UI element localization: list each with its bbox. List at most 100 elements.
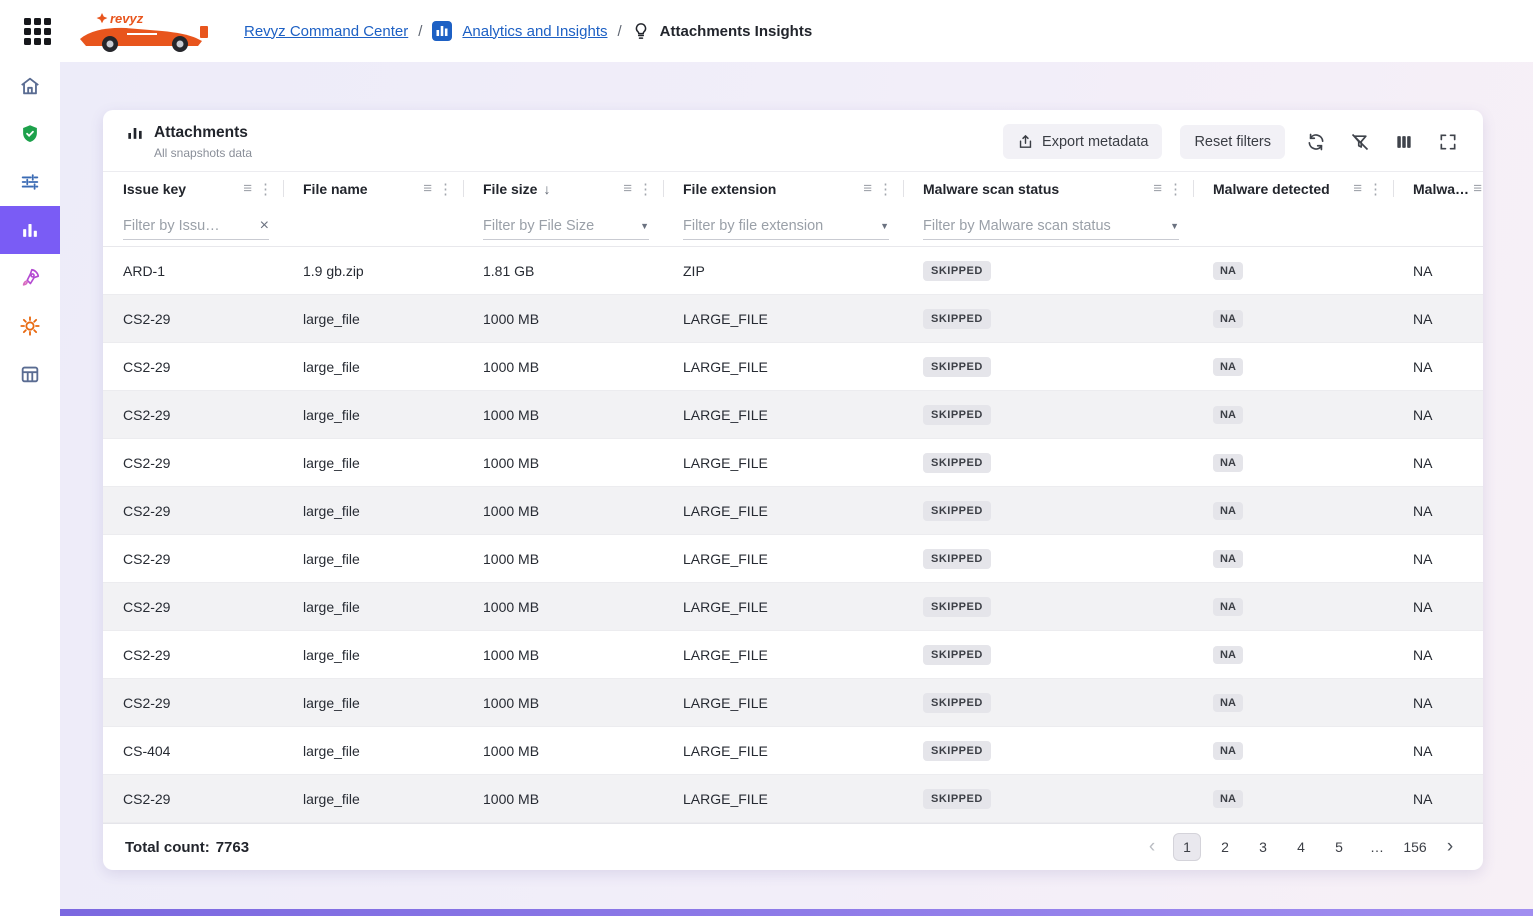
column-header-malware-scan-status[interactable]: Malware scan status≡⋮ (903, 172, 1193, 205)
filter-input-issue-key[interactable]: Filter by Issu…× (123, 216, 269, 240)
reset-filters-label: Reset filters (1194, 134, 1271, 150)
dropdown-caret-icon[interactable]: ▼ (1170, 221, 1179, 231)
sidebar-item-schedule[interactable] (0, 350, 60, 398)
scan-status-badge: SKIPPED (923, 405, 991, 425)
sidebar-item-home[interactable] (0, 62, 60, 110)
table-body: ARD-11.9 gb.zip1.81 GBZIPSKIPPEDNANACS2-… (103, 247, 1483, 823)
cell-file-extension: LARGE_FILE (663, 343, 903, 390)
table-row[interactable]: CS2-29large_file1000 MBLARGE_FILESKIPPED… (103, 343, 1483, 391)
pagination: ‹ 12345 … 156 › (1141, 833, 1461, 861)
table-row[interactable]: CS2-29large_file1000 MBLARGE_FILESKIPPED… (103, 535, 1483, 583)
column-header-issue-key[interactable]: Issue key≡⋮ (103, 172, 283, 205)
filter-cell-issue-key[interactable]: Filter by Issu…× (103, 205, 283, 246)
dropdown-caret-icon[interactable]: ▼ (640, 221, 649, 231)
cell-file-extension: LARGE_FILE (663, 295, 903, 342)
column-menu-dots-icon[interactable]: ⋮ (1168, 180, 1183, 198)
table-row[interactable]: CS2-29large_file1000 MBLARGE_FILESKIPPED… (103, 295, 1483, 343)
cell-issue-key: CS2-29 (103, 535, 283, 582)
page-button-4[interactable]: 4 (1287, 833, 1315, 861)
clear-filter-toggle-button[interactable] (1347, 129, 1373, 155)
cell-malware-scan-status: SKIPPED (903, 775, 1193, 822)
table-filter-row: Filter by Issu…× Filter by File Size▼ Filt… (103, 205, 1483, 247)
fullscreen-button[interactable] (1435, 129, 1461, 155)
table-row[interactable]: CS2-29large_file1000 MBLARGE_FILESKIPPED… (103, 487, 1483, 535)
column-header-file-name[interactable]: File name≡⋮ (283, 172, 463, 205)
filter-cell-malware-scan-status[interactable]: Filter by Malware scan status▼ (903, 205, 1193, 246)
table-row[interactable]: CS2-29large_file1000 MBLARGE_FILESKIPPED… (103, 631, 1483, 679)
reset-filters-button[interactable]: Reset filters (1180, 125, 1285, 159)
card-toolbar: Export metadata Reset filters (1003, 124, 1461, 159)
column-filter-lines-icon[interactable]: ≡ (1473, 180, 1482, 197)
column-filter-lines-icon[interactable]: ≡ (423, 180, 432, 197)
malware-detected-chip: NA (1213, 742, 1243, 760)
table-row[interactable]: CS2-29large_file1000 MBLARGE_FILESKIPPED… (103, 439, 1483, 487)
breadcrumb-separator: / (617, 23, 621, 40)
column-visibility-button[interactable] (1391, 129, 1417, 155)
filter-input-malware-scan-status[interactable]: Filter by Malware scan status▼ (923, 216, 1179, 240)
sidebar-item-launch[interactable] (0, 254, 60, 302)
column-header-malware-detected[interactable]: Malware detected≡⋮ (1193, 172, 1393, 205)
app-root: revyz Revyz Command Center / A (0, 0, 1533, 916)
cell-malware-type: NA (1393, 487, 1483, 534)
calendar-table-icon (19, 363, 41, 385)
cell-file-size: 1000 MB (463, 583, 663, 630)
breadcrumb-command-center[interactable]: Revyz Command Center (244, 23, 408, 40)
column-header-file-extension[interactable]: File extension≡⋮ (663, 172, 903, 205)
sidebar-item-analytics[interactable] (0, 206, 60, 254)
column-filter-lines-icon[interactable]: ≡ (623, 180, 632, 197)
scan-status-badge: SKIPPED (923, 693, 991, 713)
column-menu-dots-icon[interactable]: ⋮ (878, 180, 893, 198)
table-row[interactable]: CS2-29large_file1000 MBLARGE_FILESKIPPED… (103, 391, 1483, 439)
filter-cell-file-extension[interactable]: Filter by file extension▼ (663, 205, 903, 246)
column-menu-dots-icon[interactable]: ⋮ (1368, 180, 1383, 198)
filter-input-file-extension[interactable]: Filter by file extension▼ (683, 216, 889, 240)
table-row[interactable]: CS2-29large_file1000 MBLARGE_FILESKIPPED… (103, 679, 1483, 727)
breadcrumb-analytics-insights[interactable]: Analytics and Insights (462, 23, 607, 40)
column-filter-lines-icon[interactable]: ≡ (863, 180, 872, 197)
tune-sliders-icon (19, 171, 41, 193)
dropdown-caret-icon[interactable]: ▼ (880, 221, 889, 231)
column-menu-dots-icon[interactable]: ⋮ (638, 180, 653, 198)
cell-malware-type: NA (1393, 439, 1483, 486)
filter-input-file-size[interactable]: Filter by File Size▼ (483, 216, 649, 240)
table-row[interactable]: CS2-29large_file1000 MBLARGE_FILESKIPPED… (103, 583, 1483, 631)
page-button-3[interactable]: 3 (1249, 833, 1277, 861)
column-filter-lines-icon[interactable]: ≡ (1353, 180, 1362, 197)
column-header-file-size[interactable]: File size↓≡⋮ (463, 172, 663, 205)
filter-cell-file-size[interactable]: Filter by File Size▼ (463, 205, 663, 246)
sidebar-item-configuration[interactable] (0, 158, 60, 206)
revyz-logo[interactable]: revyz (72, 9, 222, 53)
card-footer: Total count: 7763 ‹12345…156› (103, 823, 1483, 870)
table-row[interactable]: ARD-11.9 gb.zip1.81 GBZIPSKIPPEDNANA (103, 247, 1483, 295)
export-metadata-button[interactable]: Export metadata (1003, 124, 1162, 159)
column-menu-dots-icon[interactable]: ⋮ (258, 180, 273, 198)
sort-desc-icon[interactable]: ↓ (543, 181, 550, 197)
prev-page-button[interactable]: ‹ (1141, 836, 1163, 858)
page-button-156[interactable]: 156 (1401, 833, 1429, 861)
cell-file-extension: LARGE_FILE (663, 391, 903, 438)
page-button-1[interactable]: 1 (1173, 833, 1201, 861)
cell-file-extension: ZIP (663, 247, 903, 294)
clear-filter-icon[interactable]: × (260, 218, 269, 234)
malware-detected-chip: NA (1213, 646, 1243, 664)
column-header-malware-type[interactable]: Malware type≡⋮ (1393, 172, 1483, 205)
column-menu-dots-icon[interactable]: ⋮ (438, 180, 453, 198)
refresh-button[interactable] (1303, 129, 1329, 155)
topbar: revyz Revyz Command Center / A (0, 0, 1533, 62)
app-grid-button[interactable] (16, 10, 58, 52)
sidebar-item-security[interactable] (0, 110, 60, 158)
cell-file-size: 1000 MB (463, 775, 663, 822)
cell-malware-type: NA (1393, 391, 1483, 438)
page-button-5[interactable]: 5 (1325, 833, 1353, 861)
column-filter-lines-icon[interactable]: ≡ (243, 180, 252, 197)
table-row[interactable]: CS2-29large_file1000 MBLARGE_FILESKIPPED… (103, 775, 1483, 823)
column-filter-lines-icon[interactable]: ≡ (1153, 180, 1162, 197)
cell-file-size: 1000 MB (463, 487, 663, 534)
table-row[interactable]: CS-404large_file1000 MBLARGE_FILESKIPPED… (103, 727, 1483, 775)
next-page-button[interactable]: › (1439, 836, 1461, 858)
page-button-2[interactable]: 2 (1211, 833, 1239, 861)
cell-malware-detected: NA (1193, 247, 1393, 294)
sidebar-item-settings[interactable] (0, 302, 60, 350)
cell-malware-scan-status: SKIPPED (903, 295, 1193, 342)
pagination-ellipsis: … (1363, 833, 1391, 861)
